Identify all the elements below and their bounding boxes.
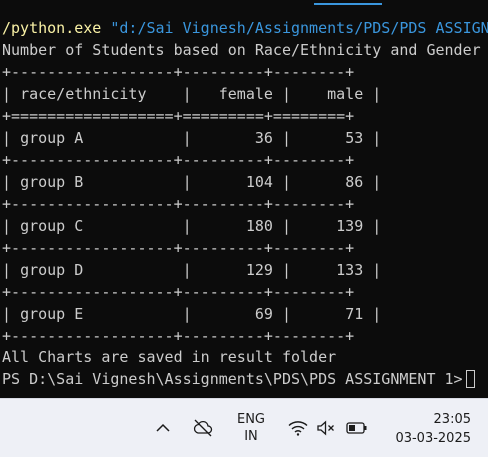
text-cursor <box>465 370 475 388</box>
battery-icon[interactable] <box>345 417 369 439</box>
cell-group: group D <box>20 261 84 279</box>
wifi-icon[interactable] <box>287 417 309 439</box>
table-border-top: +------------------+---------+--------+ <box>2 63 355 81</box>
header-female: female <box>218 85 273 103</box>
table-row-border: +------------------+---------+--------+ <box>2 283 355 301</box>
table-row-border: +------------------+---------+--------+ <box>2 327 355 345</box>
taskbar: ENG IN 23:05 03-03-2025 <box>0 398 488 457</box>
prompt-line[interactable]: PS D:\Sai Vignesh\Assignments\PDS\PDS AS… <box>2 368 475 390</box>
command-exe: /python.exe <box>2 19 102 37</box>
cell-group: group C <box>20 217 84 235</box>
table-row-border: +------------------+---------+--------+ <box>2 151 355 169</box>
table-header-separator: +==================+=========+========+ <box>2 107 355 125</box>
clock-time: 23:05 <box>433 412 471 427</box>
output-heading: Number of Students based on Race/Ethnici… <box>2 41 481 59</box>
cloud-off-icon[interactable] <box>192 417 214 439</box>
cell-group: group E <box>20 305 84 323</box>
command-line: /python.exe "d:/Sai Vignesh/Assignments/… <box>2 17 488 39</box>
chevron-up-icon[interactable] <box>154 419 172 437</box>
scrollbar-accent <box>314 3 382 5</box>
cell-group: group B <box>20 173 84 191</box>
cell-male: 53 <box>345 129 364 147</box>
table-row: | group D | 129 | 133 | <box>2 261 382 279</box>
cell-female: 180 <box>245 217 273 235</box>
cell-male: 139 <box>336 217 364 235</box>
clock[interactable]: 23:05 03-03-2025 <box>383 410 471 448</box>
cell-male: 133 <box>336 261 364 279</box>
header-male: male <box>327 85 364 103</box>
terminal-window[interactable]: /python.exe "d:/Sai Vignesh/Assignments/… <box>0 0 488 398</box>
command-argument: "d:/Sai Vignesh/Assignments/PDS/PDS ASSI… <box>110 19 488 37</box>
status-message: All Charts are saved in result folder <box>2 348 337 366</box>
header-race: race/ethnicity <box>20 85 147 103</box>
cell-female: 36 <box>254 129 273 147</box>
table-row: | group B | 104 | 86 | <box>2 173 382 191</box>
table-row-border: +------------------+---------+--------+ <box>2 195 355 213</box>
prompt-text: PS D:\Sai Vignesh\Assignments\PDS\PDS AS… <box>2 370 463 388</box>
cell-male: 71 <box>345 305 364 323</box>
clock-date: 03-03-2025 <box>395 431 471 446</box>
language-code: ENG <box>236 412 265 427</box>
cell-female: 129 <box>245 261 273 279</box>
table-header-row: | race/ethnicity | female | male | <box>2 85 382 103</box>
cell-female: 104 <box>245 173 273 191</box>
table-row: | group A | 36 | 53 | <box>2 129 382 147</box>
cell-male: 86 <box>345 173 364 191</box>
table-row-border: +------------------+---------+--------+ <box>2 239 355 257</box>
region-code: IN <box>244 429 258 444</box>
table-row: | group E | 69 | 71 | <box>2 305 382 323</box>
volume-muted-icon[interactable] <box>315 417 337 439</box>
language-indicator[interactable]: ENG IN <box>231 411 271 445</box>
cell-group: group A <box>20 129 84 147</box>
cell-female: 69 <box>254 305 273 323</box>
table-row: | group C | 180 | 139 | <box>2 217 382 235</box>
